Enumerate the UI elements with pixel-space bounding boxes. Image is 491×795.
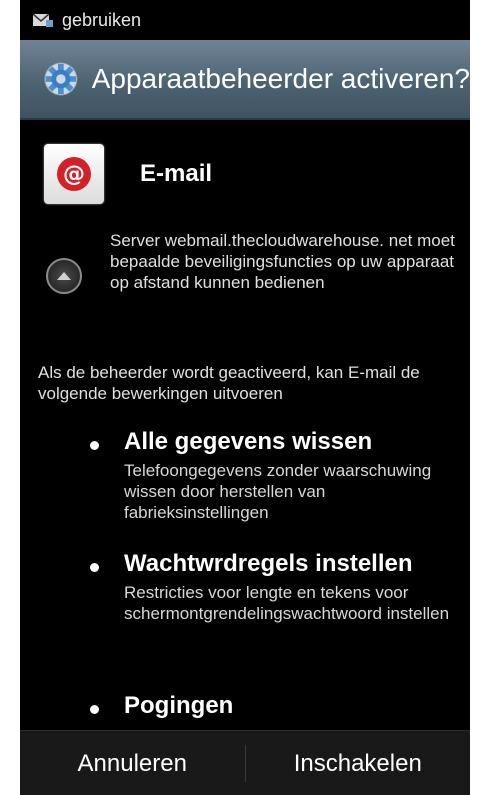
dialog-content[interactable]: @ E-mail Server webmail.thecloudwarehous… xyxy=(20,120,470,730)
policy-title: Pogingen xyxy=(124,692,234,719)
button-bar: Annuleren Inschakelen xyxy=(20,730,470,795)
status-text: gebruiken xyxy=(62,9,142,30)
policy-description: Restricties voor lengte en tekens voor s… xyxy=(124,583,450,623)
bullet-icon xyxy=(90,705,99,714)
chevron-up-icon xyxy=(57,272,71,280)
email-app-icon: @ xyxy=(44,144,104,204)
policy-description: Telefoongegevens zonder waarschuwing wis… xyxy=(124,461,432,522)
policy-title: Wachtwrdregels instellen xyxy=(124,550,413,577)
gear-icon xyxy=(44,62,78,96)
enable-button[interactable]: Inschakelen xyxy=(246,731,471,795)
dialog-title-bar: Apparaatbeheerder activeren? xyxy=(20,40,470,120)
bullet-icon xyxy=(90,563,99,572)
server-text: Server webmail.thecloudwarehouse. net mo… xyxy=(110,231,455,292)
at-sign-icon: @ xyxy=(57,157,91,191)
app-row: @ E-mail xyxy=(44,144,212,204)
dialog-title: Apparaatbeheerder activeren? xyxy=(91,63,470,94)
app-name: E-mail xyxy=(140,160,213,187)
status-bar: gebruiken xyxy=(20,0,470,40)
bullet-icon xyxy=(90,441,99,450)
collapse-button[interactable] xyxy=(46,258,82,294)
mail-icon xyxy=(32,13,53,27)
intro-text: Als de beheerder wordt geactiveerd, kan … xyxy=(38,363,420,403)
phone-screen: gebruiken Apparaatbeheerder activeren? @ xyxy=(20,0,470,795)
policy-title: Alle gegevens wissen xyxy=(124,428,373,455)
cancel-button[interactable]: Annuleren xyxy=(20,731,245,795)
